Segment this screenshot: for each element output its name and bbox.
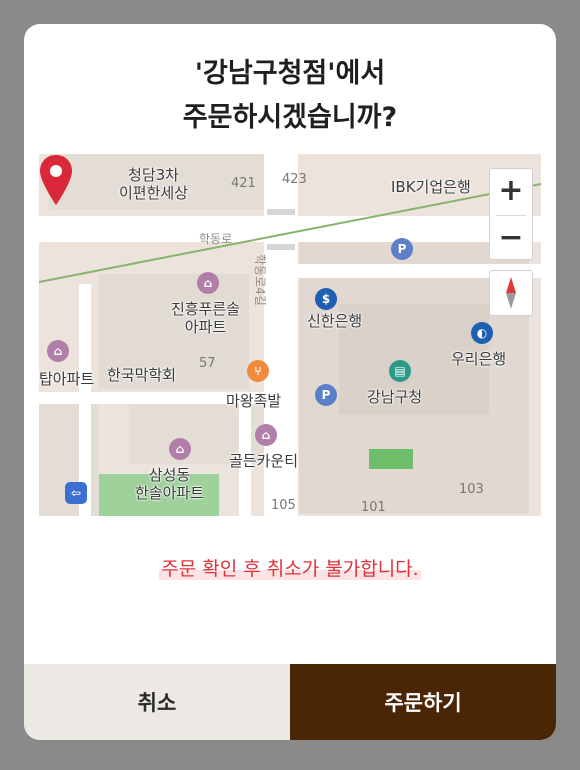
dialog-actions: 취소 주문하기 bbox=[24, 664, 556, 740]
cancellation-notice: 주문 확인 후 취소가 불가합니다. bbox=[24, 554, 556, 581]
poi-jinheung-apt: 진흥푸른솔 아파트 bbox=[171, 300, 241, 336]
government-office-icon: ▤ bbox=[389, 360, 411, 382]
zoom-controls: + − bbox=[489, 168, 533, 260]
restaurant-icon: ⑂ bbox=[247, 360, 269, 382]
building-number-105: 105 bbox=[271, 498, 296, 513]
street-hakdong-ro: 학동로 bbox=[199, 232, 233, 246]
shinhan-bank-icon: $ bbox=[315, 288, 337, 310]
order-confirm-dialog: '강남구청점'에서 주문하시겠습니까? 청담3차 이편한세상 421 423 I… bbox=[24, 24, 556, 740]
compass-icon bbox=[506, 277, 516, 309]
street-hakdong-ro-4gil: 학동로4길 bbox=[253, 254, 267, 306]
compass-button[interactable] bbox=[489, 270, 533, 316]
building-number-423: 423 bbox=[282, 172, 307, 187]
poi-gangnam-office: 강남구청 bbox=[367, 388, 423, 406]
zoom-in-button[interactable]: + bbox=[490, 169, 532, 215]
dialog-title: '강남구청점'에서 주문하시겠습니까? bbox=[24, 52, 556, 140]
poi-cheongdam-apt: 청담3차 이편한세상 bbox=[119, 166, 189, 202]
apartment-icon: ⌂ bbox=[47, 340, 69, 362]
apartment-icon: ⌂ bbox=[255, 424, 277, 446]
poi-tap-apt: 탑아파트 bbox=[39, 370, 95, 388]
building-number-103: 103 bbox=[459, 482, 484, 497]
title-question-line: 주문하시겠습니까? bbox=[182, 102, 398, 133]
cancellation-notice-text: 주문 확인 후 취소가 불가합니다. bbox=[159, 558, 421, 580]
poi-woori-bank: 우리은행 bbox=[451, 350, 507, 368]
poi-shinhan-bank: 신한은행 bbox=[307, 312, 363, 330]
woori-bank-icon: ◐ bbox=[471, 322, 493, 344]
parking-icon: P bbox=[315, 384, 337, 406]
poi-mawang-jokbal: 마왕족발 bbox=[226, 392, 282, 410]
store-location-map[interactable]: 청담3차 이편한세상 421 423 IBK기업은행 학동로 학동로4길 P ⌂ … bbox=[39, 154, 541, 516]
poi-ibk-bank: IBK기업은행 bbox=[391, 178, 471, 196]
parking-icon: P bbox=[391, 238, 413, 260]
apartment-icon: ⌂ bbox=[197, 272, 219, 294]
zoom-out-button[interactable]: − bbox=[490, 216, 532, 262]
building-number-57: 57 bbox=[199, 356, 216, 371]
title-store-line: '강남구청점'에서 bbox=[194, 58, 386, 89]
place-order-button[interactable]: 주문하기 bbox=[290, 664, 556, 740]
building-number-421: 421 bbox=[231, 176, 256, 191]
building-number-101: 101 bbox=[361, 500, 386, 515]
poi-golden-county: 골든카운티 bbox=[229, 452, 299, 470]
apartment-icon: ⌂ bbox=[169, 438, 191, 460]
cancel-button[interactable]: 취소 bbox=[24, 664, 290, 740]
store-location-pin-icon bbox=[40, 155, 72, 205]
exit-icon: ⇦ bbox=[65, 482, 87, 504]
poi-acting-school: 한국막학회 bbox=[107, 366, 177, 384]
poi-samsung-hansol-apt: 삼성동 한솔아파트 bbox=[135, 466, 205, 502]
